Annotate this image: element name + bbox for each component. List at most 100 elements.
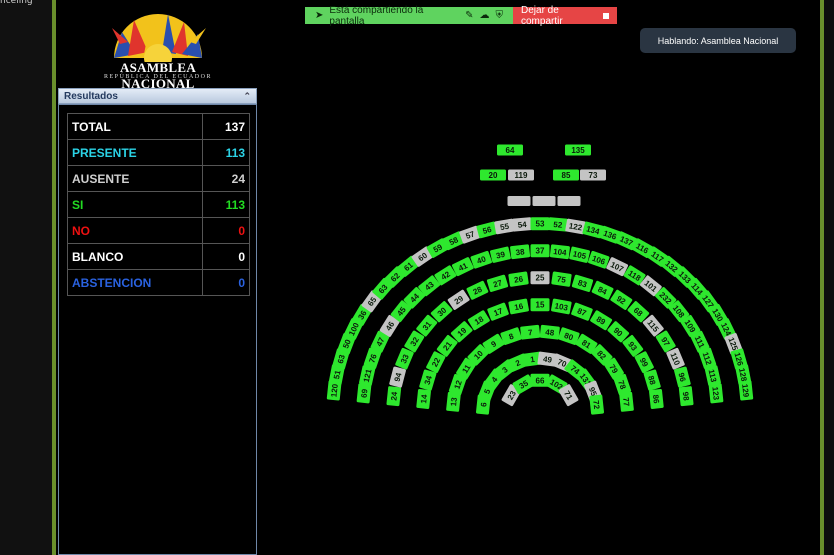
chamber-seat[interactable]: 105 xyxy=(569,246,591,263)
results-panel: TOTAL 137 PRESENTE 113 AUSENTE 24 SI 113 NO 0 BLAN… xyxy=(58,104,257,555)
stop-share-button[interactable]: Dejar de compartir xyxy=(513,4,617,27)
seat-number: 13 xyxy=(449,396,459,406)
chamber-seat[interactable]: 104 xyxy=(549,244,570,260)
chamber-seat[interactable]: 14 xyxy=(416,389,431,409)
chamber-seat[interactable]: 113 xyxy=(704,365,721,387)
result-value: 0 xyxy=(202,243,250,270)
cloud-icon[interactable]: ☁ xyxy=(480,10,490,21)
chamber-seat[interactable]: 83 xyxy=(571,274,594,292)
collapse-icon[interactable]: ⌃ xyxy=(243,91,251,102)
chamber-seat[interactable]: 40 xyxy=(470,250,492,269)
stop-icon xyxy=(603,12,609,19)
results-row: BLANCO 0 xyxy=(67,243,250,270)
chamber-seat[interactable]: 15 xyxy=(530,298,550,312)
chamber-seat[interactable]: 53 xyxy=(530,217,550,231)
chamber-seat[interactable]: 34 xyxy=(419,369,437,391)
chamber-seat[interactable]: 39 xyxy=(489,246,511,263)
chamber-seat[interactable]: 77 xyxy=(619,391,634,412)
speaking-indicator: Hablando: Asamblea Nacional xyxy=(640,28,796,53)
chamber-seat[interactable]: 129 xyxy=(738,380,754,401)
chamber-seat[interactable]: 69 xyxy=(356,383,372,404)
chamber-seat[interactable]: 25 xyxy=(530,271,550,285)
chamber-seat[interactable]: 86 xyxy=(649,389,664,409)
seat-number: 120 xyxy=(329,383,339,398)
chamber-seat[interactable]: 28 xyxy=(466,280,489,300)
chamber-seat[interactable]: 7 xyxy=(520,324,541,340)
seat-number: 77 xyxy=(621,397,631,407)
front-seat[interactable]: 20 xyxy=(480,169,506,181)
result-label: ABSTENCION xyxy=(67,269,203,296)
chamber-seat[interactable]: 92 xyxy=(610,289,633,310)
results-table: TOTAL 137 PRESENTE 113 AUSENTE 24 SI 113 NO 0 BLAN… xyxy=(67,113,250,296)
podium-seat[interactable] xyxy=(557,196,581,206)
seat-number: 72 xyxy=(591,400,601,410)
pin-icon[interactable]: ➤ xyxy=(315,10,323,21)
seat-number: 14 xyxy=(419,394,429,404)
chamber-seat[interactable]: 26 xyxy=(508,271,529,287)
results-title: Resultados xyxy=(64,90,118,102)
chamber-seat[interactable]: 55 xyxy=(494,218,515,235)
chamber-seat[interactable]: 17 xyxy=(487,302,509,321)
chamber-seat[interactable]: 75 xyxy=(551,271,572,287)
chamber-seat[interactable]: 110 xyxy=(666,347,685,370)
share-status: ➤ Está compartiendo la pantalla ✎ ☁ ⛨ xyxy=(305,5,513,27)
seat-number: 123 xyxy=(710,386,720,401)
result-value: 113 xyxy=(202,191,250,218)
screen-share-bar: ➤ Está compartiendo la pantalla ✎ ☁ ⛨ De… xyxy=(305,4,617,27)
shield-icon[interactable]: ⛨ xyxy=(496,10,504,21)
seat-number: 85 xyxy=(562,171,571,180)
chamber-seat[interactable]: 84 xyxy=(591,280,614,300)
chamber-seat[interactable]: 29 xyxy=(447,289,470,310)
chamber-seat[interactable]: 18 xyxy=(467,310,490,331)
chamber-seat[interactable]: 33 xyxy=(395,347,414,370)
result-label: SI xyxy=(67,191,203,218)
front-seat[interactable]: 135 xyxy=(565,144,591,156)
chamber-seat[interactable]: 54 xyxy=(512,217,533,232)
stop-share-label: Dejar de compartir xyxy=(521,4,563,27)
chamber-seat[interactable]: 52 xyxy=(547,217,568,232)
results-row: PRESENTE 113 xyxy=(67,139,250,166)
chamber-seat[interactable]: 98 xyxy=(678,386,694,407)
podium-seat[interactable] xyxy=(507,196,531,206)
chamber-seat[interactable]: 106 xyxy=(588,250,610,269)
seat-number: 24 xyxy=(389,391,399,401)
chamber-seat[interactable]: 72 xyxy=(589,394,604,415)
speaking-text: Hablando: Asamblea Nacional xyxy=(657,35,779,46)
sunburst-logo-icon xyxy=(112,14,206,72)
pause-share-icon[interactable]: ✎ xyxy=(465,10,473,21)
chamber-seat[interactable]: 38 xyxy=(510,244,531,260)
seat-box xyxy=(532,196,556,206)
chamber-seat[interactable]: 37 xyxy=(530,244,550,258)
podium-seat[interactable] xyxy=(532,196,556,206)
result-label: NO xyxy=(67,217,203,244)
chamber-seat[interactable]: 96 xyxy=(674,366,691,388)
seat-box xyxy=(557,196,581,206)
chamber-seat[interactable]: 89 xyxy=(590,310,613,331)
seat-number: 73 xyxy=(589,171,598,180)
chamber-seat[interactable]: 87 xyxy=(571,302,593,321)
result-label: AUSENTE xyxy=(67,165,203,192)
chamber-seat[interactable]: 8 xyxy=(500,327,522,346)
result-value: 24 xyxy=(202,165,250,192)
chamber-seat[interactable]: 27 xyxy=(486,274,509,292)
result-label: TOTAL xyxy=(67,113,203,140)
chamber-seat[interactable]: 16 xyxy=(508,298,529,315)
front-seat[interactable]: 64 xyxy=(497,144,523,156)
chamber-seat[interactable]: 48 xyxy=(539,324,560,340)
seat-number: 64 xyxy=(506,146,515,155)
results-row: SI 113 xyxy=(67,191,250,218)
seat-number: 53 xyxy=(536,220,545,229)
front-seat[interactable]: 73 xyxy=(580,169,606,181)
chamber-seat[interactable]: 123 xyxy=(708,383,724,404)
chamber-seat[interactable]: 88 xyxy=(643,369,661,391)
seat-number: 20 xyxy=(489,171,498,180)
chamber-seat[interactable]: 103 xyxy=(551,298,572,315)
seat-number: 25 xyxy=(536,274,545,283)
front-seat[interactable]: 119 xyxy=(508,169,534,181)
seat-number: 86 xyxy=(651,394,661,404)
seat-number: 135 xyxy=(571,146,585,155)
clipped-text: nceling xyxy=(0,0,33,6)
front-seat[interactable]: 85 xyxy=(553,169,579,181)
chamber-seat[interactable]: 94 xyxy=(389,366,406,388)
chamber-seat[interactable]: 24 xyxy=(386,386,402,407)
